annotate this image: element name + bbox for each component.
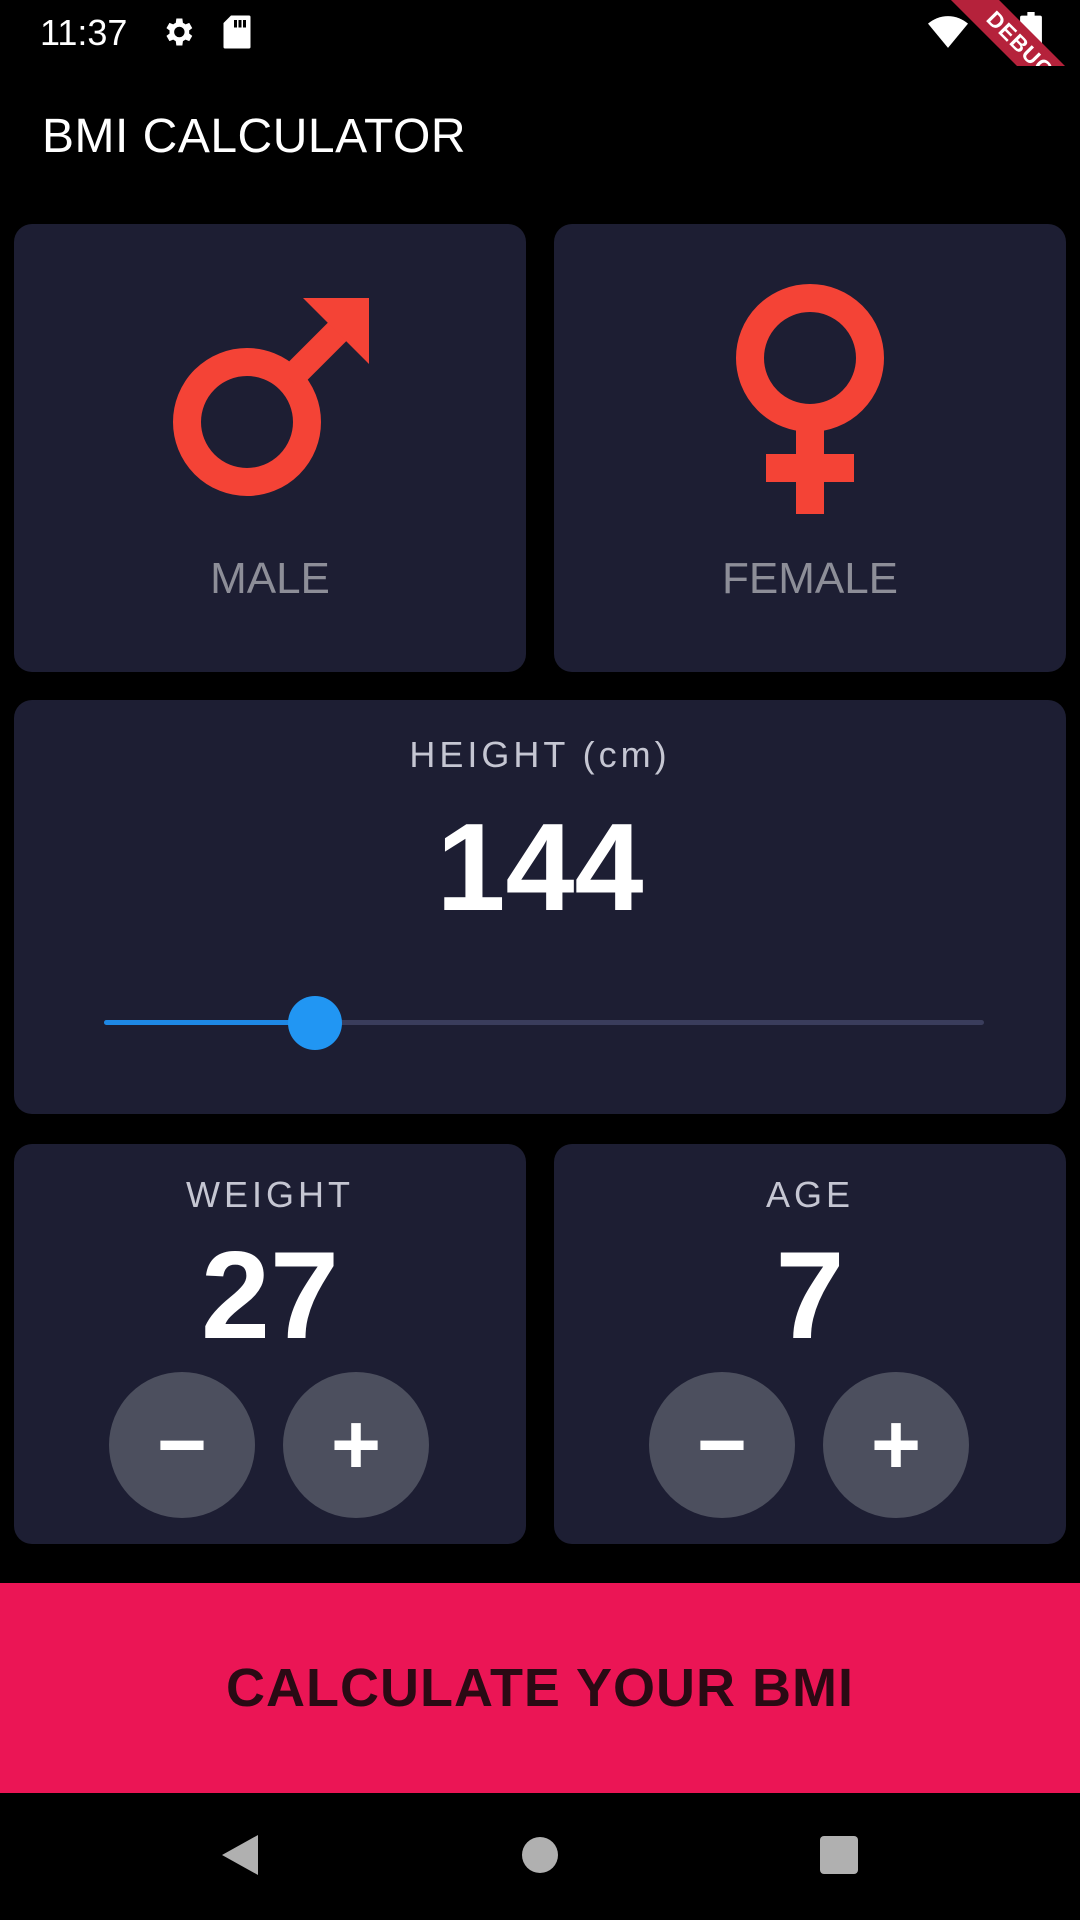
age-increment-button[interactable]: + — [823, 1372, 969, 1518]
minus-icon: − — [696, 1396, 748, 1493]
status-bar: 11:37 DEBUG — [0, 0, 1080, 128]
age-card: AGE 7 − + — [554, 1144, 1066, 1544]
plus-icon: + — [330, 1396, 382, 1493]
male-label: MALE — [210, 554, 330, 603]
height-value: 144 — [436, 799, 644, 937]
slider-thumb[interactable] — [288, 996, 343, 1050]
calculate-bmi-label: CALCULATE YOUR BMI — [226, 1658, 854, 1718]
male-card[interactable]: MALE — [14, 224, 526, 672]
minus-icon: − — [156, 1396, 208, 1493]
weight-decrement-button[interactable]: − — [109, 1372, 255, 1518]
status-time: 11:37 — [40, 12, 128, 53]
plus-icon: + — [870, 1396, 922, 1493]
age-value: 7 — [775, 1227, 845, 1365]
height-card: HEIGHT (cm) 144 — [14, 700, 1066, 1114]
female-card[interactable]: FEMALE — [554, 224, 1066, 672]
weight-value: 27 — [201, 1227, 339, 1365]
height-label: HEIGHT (cm) — [409, 734, 671, 775]
app-bar: BMI CALCULATOR — [0, 66, 1080, 213]
settings-icon — [160, 14, 196, 55]
height-slider[interactable] — [104, 992, 984, 1052]
female-label: FEMALE — [721, 554, 899, 603]
slider-fill — [104, 1020, 316, 1025]
home-icon[interactable] — [520, 1831, 560, 1884]
calculate-bmi-button[interactable]: CALCULATE YOUR BMI — [0, 1583, 1080, 1793]
app-title: BMI CALCULATOR — [42, 110, 466, 163]
wifi-icon — [928, 16, 968, 53]
recents-icon[interactable] — [818, 1831, 860, 1884]
weight-card: WEIGHT 27 − + — [14, 1144, 526, 1544]
female-icon — [554, 278, 1066, 518]
system-nav-bar — [0, 1793, 1080, 1920]
back-icon[interactable] — [218, 1831, 262, 1884]
age-decrement-button[interactable]: − — [649, 1372, 795, 1518]
sd-card-icon — [222, 14, 252, 55]
age-label: AGE — [765, 1174, 855, 1215]
male-icon — [14, 294, 526, 504]
weight-label: WEIGHT — [186, 1174, 354, 1215]
weight-increment-button[interactable]: + — [283, 1372, 429, 1518]
screen: 11:37 DEBUG BMI CALCULATOR MALE FEMALE H… — [0, 0, 1080, 1920]
